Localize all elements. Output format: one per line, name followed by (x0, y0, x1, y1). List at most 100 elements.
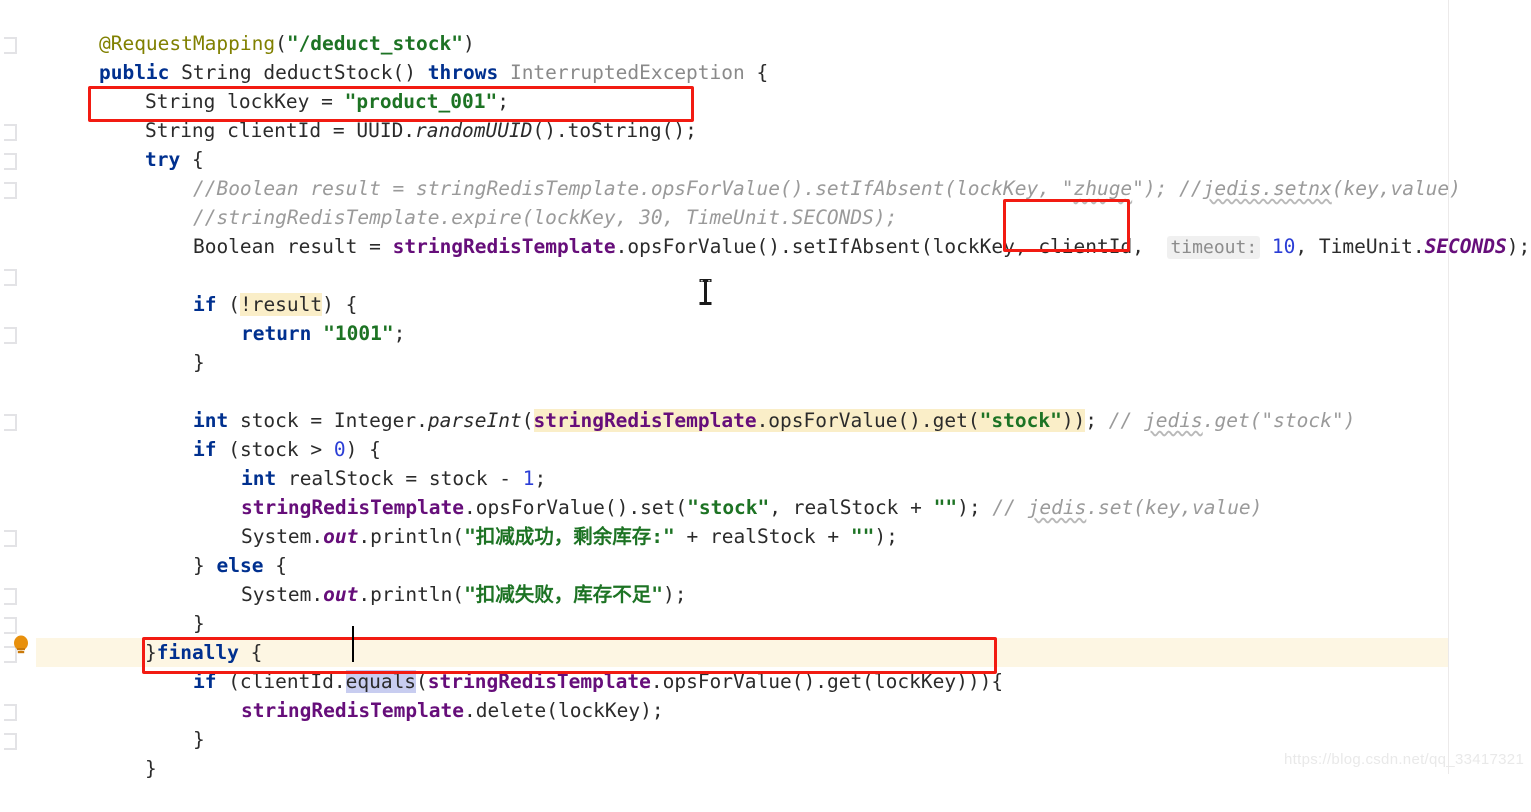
token-calls: .opsForValue().setIfAbsent(lockKey, (615, 235, 1039, 258)
token-static-constant: SECONDS (1424, 235, 1507, 258)
code-line[interactable]: String clientId = UUID.randomUUID().toSt… (98, 87, 697, 142)
code-line[interactable]: @RequestMapping("/deduct_stock") (52, 0, 475, 55)
token-expr: + realStock + (674, 525, 851, 548)
token-semicolon: ; (1085, 409, 1098, 432)
fold-marker[interactable] (4, 269, 17, 286)
token-string: "" (850, 525, 875, 548)
code-line[interactable]: } else { (146, 522, 287, 577)
token-comment-typo: jedis.setnx (1202, 177, 1332, 200)
mouse-ibeam-cursor (699, 279, 712, 305)
token-operator: = (332, 119, 345, 142)
fold-marker[interactable] (4, 182, 17, 199)
token-comment-typo: jedis (1144, 409, 1203, 432)
token-calls: .opsForValue().get( (756, 409, 980, 432)
fold-marker[interactable] (4, 124, 17, 141)
code-line[interactable]: } (146, 696, 205, 751)
fold-marker[interactable] (4, 530, 17, 547)
token-comment: // (992, 496, 1028, 519)
code-line[interactable]: if (!result) { (146, 261, 357, 316)
token-brace: } (144, 757, 157, 780)
token-string-cn: "扣减成功，剩余库存:" (464, 525, 675, 548)
code-line[interactable]: Boolean result = stringRedisTemplate.ops… (146, 203, 1530, 259)
code-line[interactable]: System.out.println("扣减失败，库存不足"); (194, 551, 687, 606)
token-paren: ( (521, 409, 534, 432)
editor-gutter[interactable] (0, 0, 36, 774)
token-static-method: parseInt (427, 409, 522, 432)
token-comma: , (1295, 235, 1308, 258)
watermark: https://blog.csdn.net/qq_33417321 (1284, 751, 1525, 768)
token-comment-typo: jedis (1027, 496, 1087, 519)
token-class: UUID. (356, 119, 416, 142)
text-caret (352, 626, 354, 662)
token-var: clientId (227, 119, 322, 142)
fold-marker[interactable] (4, 588, 17, 605)
code-line[interactable]: if (stock > 0) { (146, 406, 381, 461)
token-brace: } (192, 728, 205, 751)
code-line[interactable]: }finally { (98, 609, 262, 664)
token-calls: .println( (358, 525, 465, 548)
token-field: stringRedisTemplate (533, 409, 757, 432)
token-string-cn: "扣减失败，库存不足" (464, 583, 664, 606)
token-calls: .println( (358, 583, 465, 606)
code-line[interactable]: try { (98, 116, 204, 171)
token-keyword-return: return (240, 322, 312, 345)
code-line[interactable]: public String deductStock() throws Inter… (52, 29, 768, 84)
code-editor[interactable]: @RequestMapping("/deduct_stock") public … (0, 0, 1531, 780)
token-number: 10 (1271, 235, 1296, 258)
token-comment-typo: zhuge (1073, 177, 1133, 200)
token-call-tail: ); (957, 496, 981, 519)
token-field: stringRedisTemplate (392, 235, 616, 258)
intention-bulb-icon[interactable] (11, 634, 31, 656)
code-line[interactable]: stringRedisTemplate.delete(lockKey); (194, 667, 664, 722)
token-static-field-out: out (323, 583, 359, 606)
fold-marker[interactable] (4, 153, 17, 170)
token-brace: { (991, 670, 1004, 693)
token-string: "1001" (323, 322, 394, 345)
token-calls: .delete(lockKey); (464, 699, 664, 722)
token-call-tail: ); (1506, 235, 1531, 258)
fold-marker[interactable] (4, 733, 17, 750)
token-call-tail: ); (874, 525, 898, 548)
token-operator: = (369, 235, 381, 258)
fold-marker[interactable] (4, 704, 17, 721)
code-line[interactable]: int stock = Integer.parseInt(stringRedis… (146, 377, 1355, 432)
token-call-tail: ); (663, 583, 687, 606)
fold-marker[interactable] (4, 414, 17, 431)
code-line[interactable]: stringRedisTemplate.opsForValue().set("s… (194, 464, 1262, 519)
token-var: result (286, 235, 358, 258)
token-class: System. (240, 583, 324, 606)
token-class: TimeUnit. (1318, 235, 1425, 258)
code-line[interactable]: System.out.println("扣减成功，剩余库存:" + realSt… (194, 493, 898, 548)
token-paren: )) (1061, 409, 1086, 432)
token-comment: // (1108, 409, 1145, 432)
token-static-field-out: out (323, 525, 359, 548)
token-string: "stock" (979, 409, 1062, 432)
code-line[interactable]: int realStock = stock - 1; (194, 435, 546, 490)
fold-marker[interactable] (4, 617, 17, 634)
fold-marker[interactable] (4, 37, 17, 54)
code-line-current[interactable]: if (clientId.equals(stringRedisTemplate.… (146, 638, 1003, 693)
token-comment: "); // (1132, 177, 1203, 200)
token-comment: (key,value) (1331, 177, 1461, 200)
token-arg-clientid: clientId, (1038, 235, 1144, 258)
token-type: Boolean (192, 235, 276, 258)
token-field: stringRedisTemplate (240, 699, 465, 722)
code-line[interactable]: } (146, 319, 205, 374)
token-brace: { (756, 61, 769, 84)
token-comment: .get("stock") (1202, 409, 1356, 432)
right-margin-guide (1448, 0, 1449, 774)
code-line[interactable]: } (98, 725, 157, 780)
parameter-hint-timeout: timeout: (1167, 236, 1261, 259)
code-line[interactable]: return "1001"; (194, 290, 405, 345)
code-line[interactable]: //Boolean result = stringRedisTemplate.o… (146, 145, 1461, 200)
code-line[interactable]: String lockKey = "product_001"; (98, 58, 509, 113)
token-static-method: randomUUID (415, 119, 533, 142)
token-exception-type: InterruptedException (509, 61, 745, 84)
code-line[interactable]: } (146, 580, 205, 635)
token-brace: } (192, 351, 205, 374)
token-string: "" (933, 496, 958, 519)
fold-marker[interactable] (4, 327, 17, 344)
token-calls: .opsForValue().get(lockKey))) (650, 670, 992, 693)
token-semicolon: ; (393, 322, 406, 345)
code-line[interactable]: //stringRedisTemplate.expire(lockKey, 30… (146, 174, 897, 229)
